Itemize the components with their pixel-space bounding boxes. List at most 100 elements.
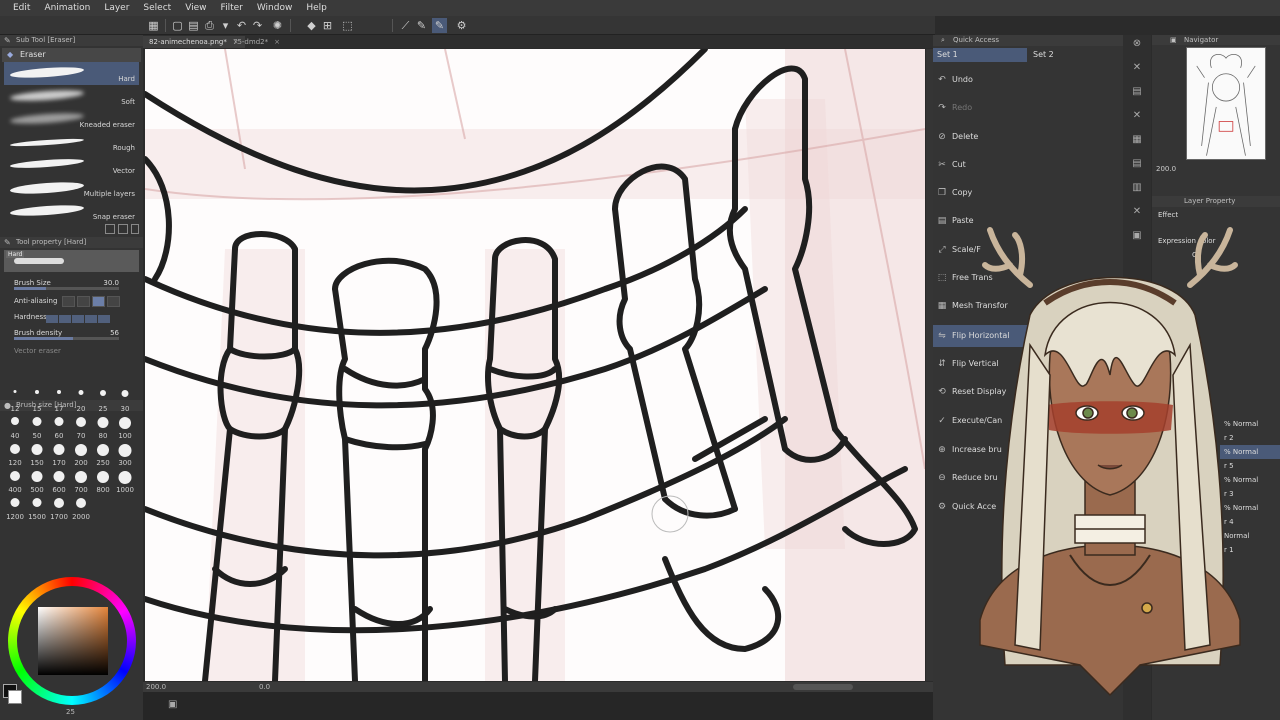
menu-view[interactable]: View: [178, 3, 213, 13]
brush-size-preset[interactable]: 170: [48, 440, 70, 467]
quick-access-item[interactable]: ↶ Undo: [933, 69, 1119, 91]
redo-icon[interactable]: ↷: [250, 18, 265, 33]
brush-item-hard[interactable]: Hard: [4, 62, 139, 85]
navigator-zoom[interactable]: 200.0: [1156, 165, 1176, 173]
brush-size-preset[interactable]: 80: [92, 413, 114, 440]
tab-document-2[interactable]: 75-dmd2* ×: [227, 36, 286, 48]
brush-size-preset[interactable]: 40: [4, 413, 26, 440]
menu-help[interactable]: Help: [299, 3, 334, 13]
brush-size-preset[interactable]: 600: [48, 467, 70, 494]
brush-size-preset[interactable]: 15: [26, 386, 48, 413]
open-file-icon[interactable]: ▤: [186, 18, 201, 33]
ruler-snap-icon[interactable]: ⟋: [398, 18, 413, 33]
brush-item-snap[interactable]: Snap eraser: [4, 200, 139, 223]
horizontal-scrollbar[interactable]: [793, 684, 853, 690]
navigator-preview[interactable]: [1186, 47, 1266, 160]
brush-size-preset[interactable]: 12: [4, 386, 26, 413]
drawing-canvas[interactable]: [145, 49, 925, 681]
menu-animation[interactable]: Animation: [37, 3, 97, 13]
panel-icon[interactable]: ▤: [1130, 157, 1144, 171]
brush-item-soft[interactable]: Soft: [4, 85, 139, 108]
color-saturation-square[interactable]: [38, 607, 108, 675]
aa-strong-option[interactable]: [107, 296, 120, 307]
eraser-tab[interactable]: ◆ Eraser: [2, 48, 141, 62]
special-ruler-icon[interactable]: ✎: [414, 18, 429, 33]
brush-density-row[interactable]: Brush density 56: [0, 324, 143, 342]
save-icon[interactable]: ⎙: [202, 18, 217, 33]
panel-icon[interactable]: ✕: [1130, 109, 1144, 123]
brush-item-rough[interactable]: Rough: [4, 131, 139, 154]
brush-density-slider[interactable]: [14, 337, 119, 340]
layout-icon[interactable]: ▣: [168, 699, 177, 710]
brush-item-vector[interactable]: Vector: [4, 154, 139, 177]
search-icon[interactable]: ⌕: [941, 35, 945, 46]
vector-eraser-row[interactable]: Vector eraser: [0, 342, 143, 360]
brush-size-row[interactable]: Brush Size 30.0: [0, 274, 143, 292]
panel-icon[interactable]: ✕: [1130, 205, 1144, 219]
menu-select[interactable]: Select: [136, 3, 178, 13]
copy-icon[interactable]: [118, 224, 128, 234]
zoom-value[interactable]: 200.0: [146, 683, 166, 691]
brush-size-slider[interactable]: [14, 287, 119, 290]
hardness-row[interactable]: Hardness: [0, 310, 143, 324]
tab-set-1[interactable]: Set 1: [933, 48, 1027, 62]
aa-medium-option[interactable]: [92, 296, 105, 307]
brush-size-preset[interactable]: 60: [48, 413, 70, 440]
brush-size-preset[interactable]: 1200: [4, 494, 26, 521]
brush-size-preset[interactable]: 400: [4, 467, 26, 494]
panel-icon[interactable]: ▦: [1130, 133, 1144, 147]
app-icon[interactable]: ▦: [146, 18, 161, 33]
brush-size-preset[interactable]: 17: [48, 386, 70, 413]
add-icon[interactable]: [105, 224, 115, 234]
brush-size-preset[interactable]: 300: [114, 440, 136, 467]
close-panel-icon[interactable]: ✕: [1130, 61, 1144, 75]
quick-access-item[interactable]: ✂ Cut: [933, 154, 1119, 176]
brush-size-preset[interactable]: 25: [92, 386, 114, 413]
close-icon[interactable]: ×: [274, 38, 280, 46]
brush-size-preset[interactable]: 2000: [70, 494, 92, 521]
undo-icon[interactable]: ↶: [234, 18, 249, 33]
new-file-icon[interactable]: ▢: [170, 18, 185, 33]
brush-size-preset[interactable]: 1500: [26, 494, 48, 521]
brush-size-preset[interactable]: 100: [114, 413, 136, 440]
brush-item-multiple-layers[interactable]: Multiple layers: [4, 177, 139, 200]
hardness-levels[interactable]: [46, 315, 110, 323]
menu-layer[interactable]: Layer: [97, 3, 136, 13]
brush-size-preset[interactable]: 70: [70, 413, 92, 440]
brush-size-preset[interactable]: 250: [92, 440, 114, 467]
quick-access-item[interactable]: ⊘ Delete: [933, 126, 1119, 148]
brush-size-preset[interactable]: 1700: [48, 494, 70, 521]
brush-size-preset[interactable]: 120: [4, 440, 26, 467]
panel-icon[interactable]: ▥: [1130, 181, 1144, 195]
vertical-scrollbar[interactable]: [926, 49, 933, 681]
panel-icon[interactable]: ▤: [1130, 85, 1144, 99]
menu-edit[interactable]: Edit: [6, 3, 37, 13]
brush-size-preset[interactable]: 200: [70, 440, 92, 467]
angle-value[interactable]: 0.0: [259, 683, 270, 691]
brush-size-preset[interactable]: 20: [70, 386, 92, 413]
transform-icon[interactable]: ⊞: [320, 18, 335, 33]
aa-none-option[interactable]: [62, 296, 75, 307]
quick-access-item[interactable]: ❐ Copy: [933, 182, 1119, 204]
search-icon[interactable]: ⊗: [1130, 37, 1144, 51]
brush-item-kneaded[interactable]: Kneaded eraser: [4, 108, 139, 131]
menu-filter[interactable]: Filter: [214, 3, 250, 13]
tab-set-2[interactable]: Set 2: [1029, 48, 1119, 62]
selection-icon[interactable]: ⬚: [340, 18, 355, 33]
settings-icon[interactable]: ⚙: [454, 18, 469, 33]
brush-size-preset[interactable]: 800: [92, 467, 114, 494]
aa-weak-option[interactable]: [77, 296, 90, 307]
brush-size-preset[interactable]: 50: [26, 413, 48, 440]
loading-icon[interactable]: ✺: [270, 18, 285, 33]
sub-color-swatch[interactable]: [8, 690, 22, 704]
brush-size-preset[interactable]: 150: [26, 440, 48, 467]
grid-snap-icon[interactable]: ✎: [432, 18, 447, 33]
brush-size-preset[interactable]: 30: [114, 386, 136, 413]
brush-size-preset[interactable]: 700: [70, 467, 92, 494]
menu-window[interactable]: Window: [250, 3, 300, 13]
fill-icon[interactable]: ◆: [304, 18, 319, 33]
brush-size-preset[interactable]: 500: [26, 467, 48, 494]
print-icon[interactable]: ▾: [218, 18, 233, 33]
brush-size-preset[interactable]: 1000: [114, 467, 136, 494]
delete-icon[interactable]: [131, 224, 139, 234]
